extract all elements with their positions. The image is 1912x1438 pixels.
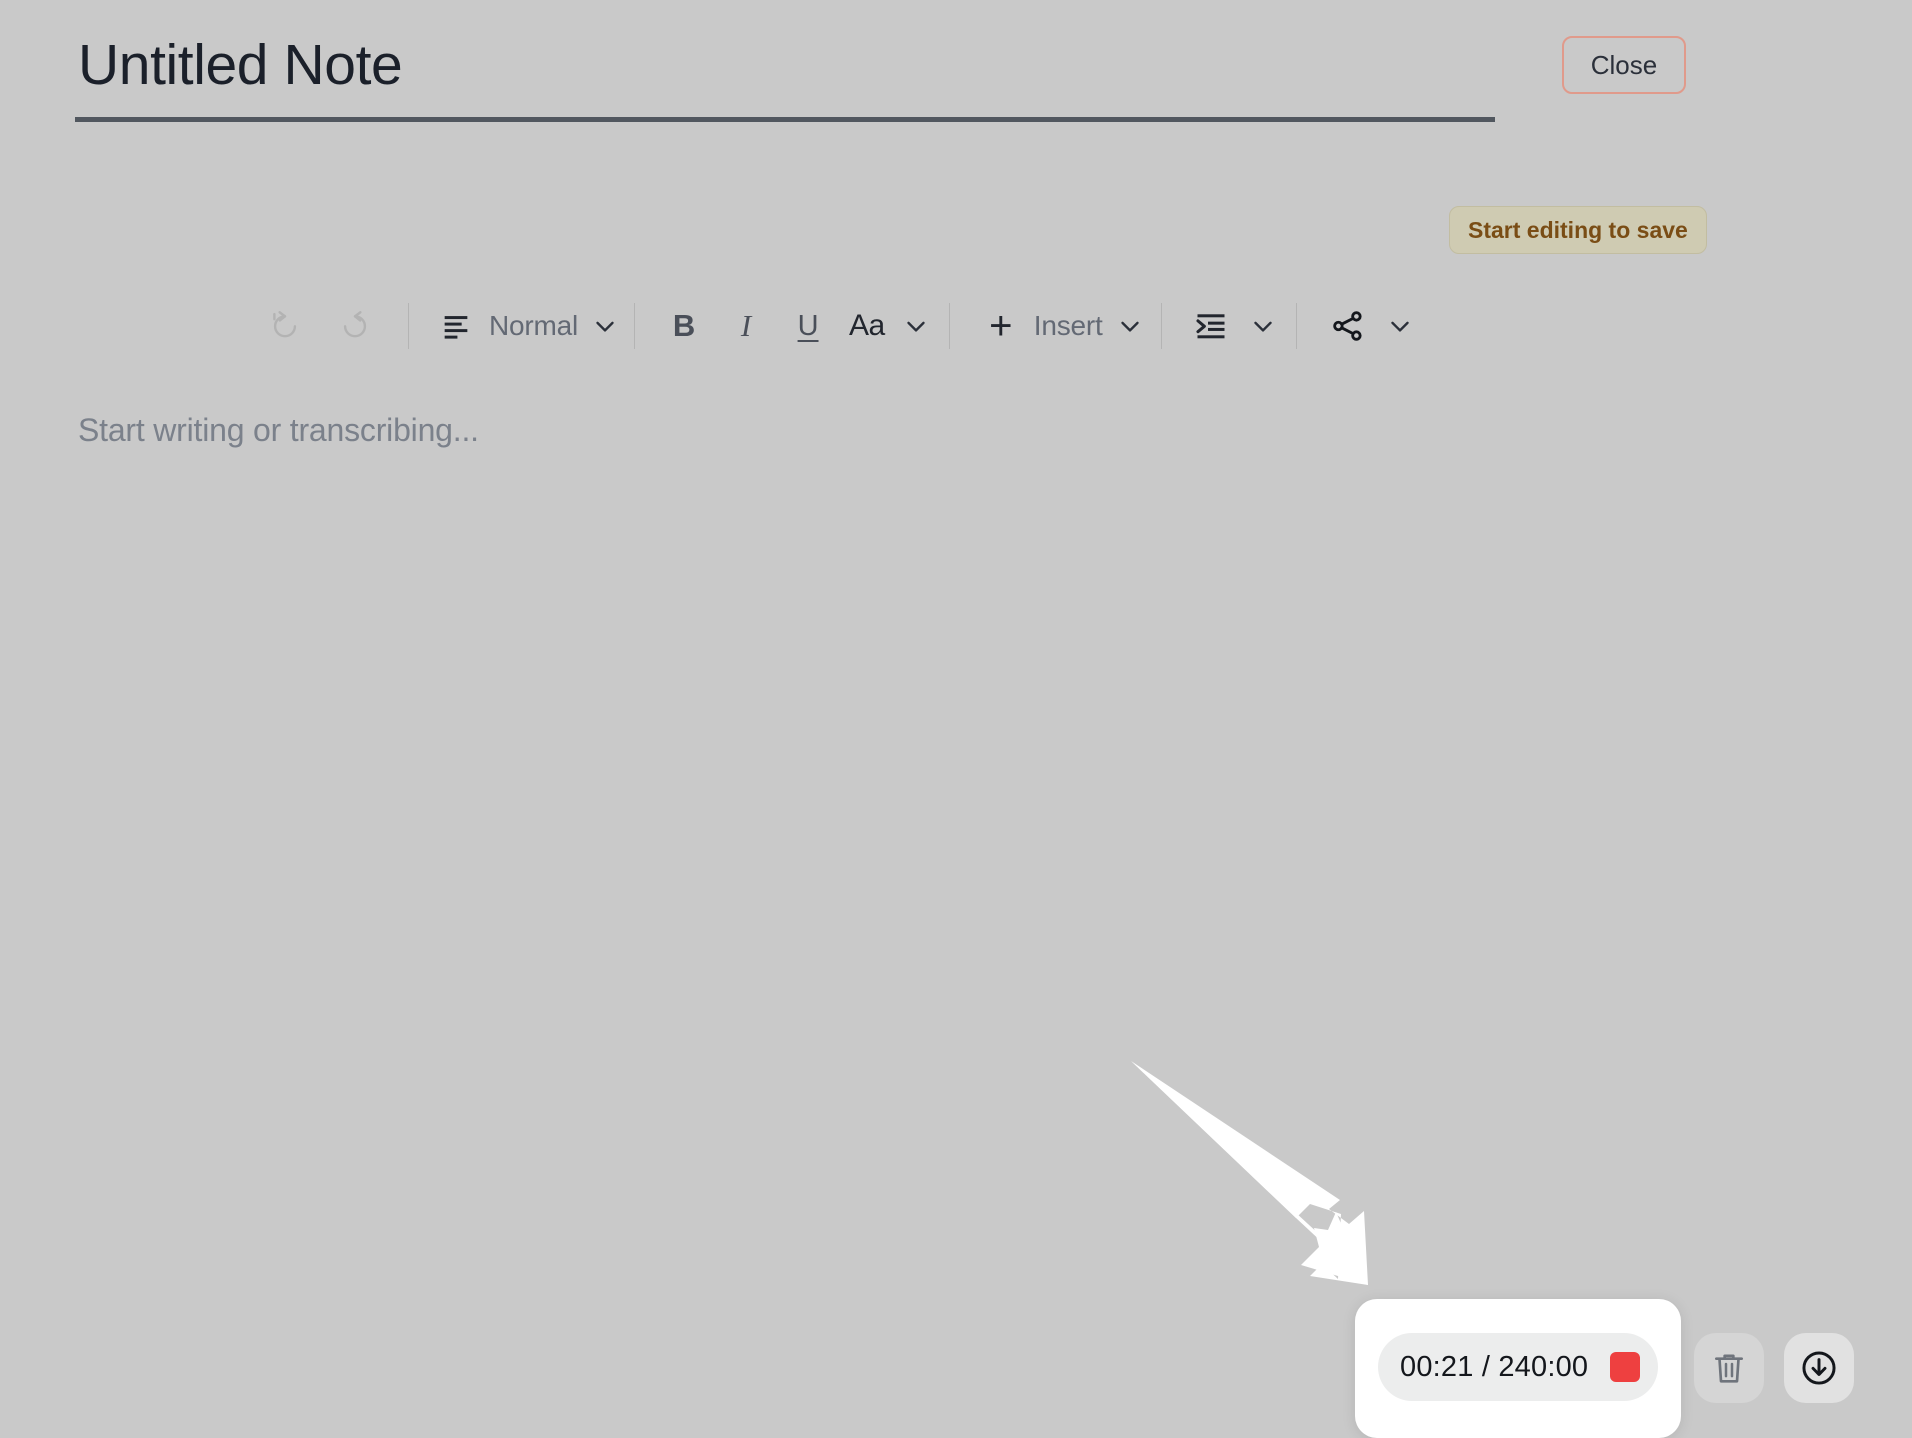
editor-toolbar: Normal B I U Aa + Insert (262, 297, 1417, 355)
chevron-down-icon (1246, 309, 1280, 343)
editor-content-area[interactable] (62, 390, 1852, 1270)
save-status-badge: Start editing to save (1449, 206, 1707, 254)
note-title[interactable]: Untitled Note (78, 28, 1498, 102)
chevron-down-icon (899, 309, 933, 343)
stop-recording-button[interactable] (1610, 1352, 1641, 1382)
bold-button[interactable]: B (661, 303, 707, 349)
chevron-down-icon (1383, 309, 1417, 343)
paragraph-style-label: Normal (489, 310, 579, 341)
redo-button[interactable] (332, 303, 378, 349)
recording-timer-pill[interactable]: 00:21 / 240:00 (1378, 1333, 1658, 1401)
undo-icon (273, 311, 297, 338)
note-title-underline (75, 117, 1495, 122)
paragraph-style-dropdown[interactable]: Normal (433, 297, 622, 355)
share-dropdown[interactable] (1325, 297, 1417, 355)
italic-label: I (740, 308, 752, 343)
chevron-down-icon (1113, 309, 1147, 343)
indent-increase-icon (1188, 303, 1234, 349)
underline-label: U (797, 309, 819, 342)
italic-button[interactable]: I (723, 303, 769, 349)
note-header: Untitled Note Close (0, 0, 1912, 150)
bold-label: B (672, 308, 696, 343)
editor-placeholder: Start writing or transcribing... (78, 412, 479, 448)
toolbar-divider-1 (408, 303, 409, 349)
toolbar-divider-2 (634, 303, 636, 349)
plus-icon: + (978, 303, 1024, 349)
text-align-left-icon (433, 303, 479, 349)
font-style-dropdown[interactable]: Aa (849, 297, 933, 355)
toolbar-divider-4 (1160, 303, 1162, 349)
insert-plus-glyph: + (989, 304, 1013, 348)
insert-label: Insert (1033, 310, 1103, 341)
close-button[interactable]: Close (1562, 36, 1686, 94)
underline-button[interactable]: U (785, 303, 831, 349)
download-circle-icon (1802, 1351, 1836, 1385)
toolbar-divider-5 (1295, 303, 1297, 349)
trash-icon (1715, 1354, 1743, 1383)
download-recording-button[interactable] (1784, 1333, 1854, 1403)
insert-dropdown[interactable]: + Insert (978, 297, 1147, 355)
delete-recording-button[interactable] (1694, 1333, 1764, 1403)
undo-button[interactable] (262, 303, 308, 349)
recording-time-display: 00:21 / 240:00 (1400, 1350, 1589, 1383)
chevron-down-icon (588, 309, 622, 343)
redo-icon (343, 311, 367, 338)
font-style-label: Aa (849, 309, 885, 342)
share-nodes-icon (1325, 303, 1371, 349)
indent-dropdown[interactable] (1188, 297, 1280, 355)
toolbar-divider-3 (948, 303, 950, 349)
